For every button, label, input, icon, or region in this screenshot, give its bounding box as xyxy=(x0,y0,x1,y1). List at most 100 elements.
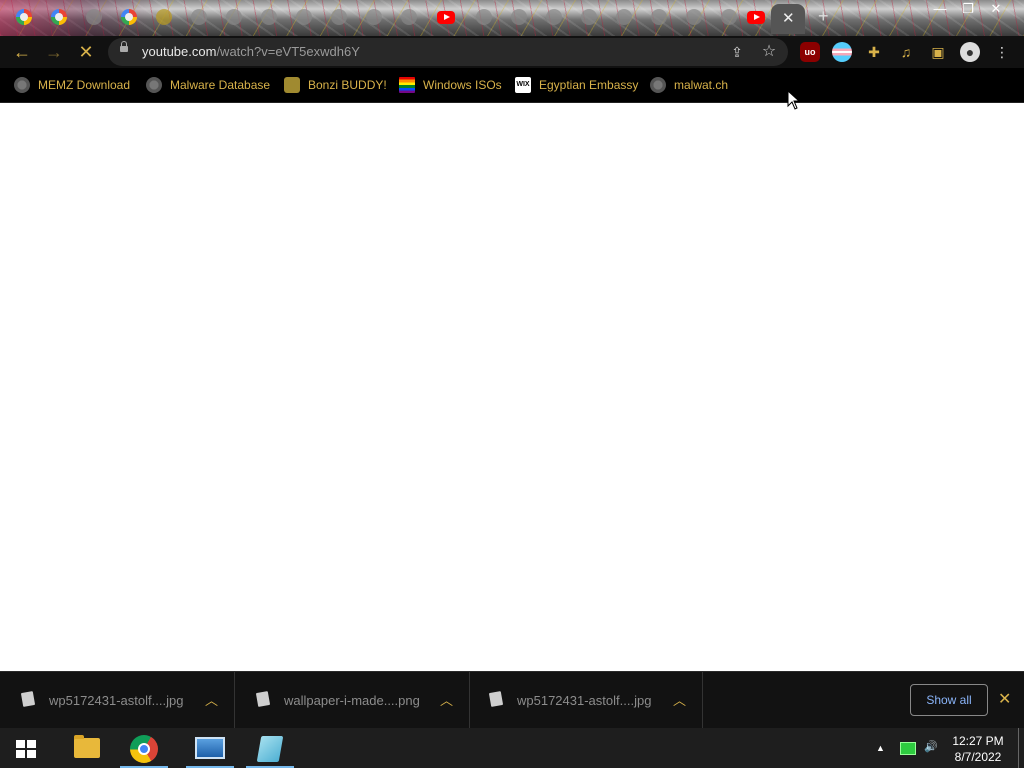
minimize-button[interactable]: — xyxy=(926,0,954,20)
bookmark-malwatch[interactable]: malwat.ch xyxy=(650,76,728,94)
mouse-cursor-icon xyxy=(787,90,801,110)
tab-favicon-icon[interactable] xyxy=(401,9,417,25)
tab-favicon-icon[interactable] xyxy=(86,9,102,25)
windows-logo-icon xyxy=(16,740,25,748)
address-bar[interactable]: youtube.com/watch?v=eVT5exwdh6Y ⇪ ☆ xyxy=(108,38,788,66)
folder-icon xyxy=(74,735,100,758)
image-file-icon xyxy=(488,691,504,707)
show-all-downloads-button[interactable]: Show all xyxy=(910,684,988,716)
taskbar-file-explorer[interactable] xyxy=(62,728,110,768)
browser-toolbar: ← → ✕ youtube.com/watch?v=eVT5exwdh6Y ⇪ … xyxy=(0,36,1024,68)
tab-favicon-icon[interactable] xyxy=(651,9,667,25)
start-button[interactable] xyxy=(16,740,36,758)
globe-icon xyxy=(650,77,666,93)
tray-expand-icon[interactable]: ▲ xyxy=(876,743,885,753)
bookmark-star-icon[interactable]: ☆ xyxy=(759,42,779,62)
tab-favicon-icon[interactable] xyxy=(191,9,207,25)
bookmark-bonzi-buddy[interactable]: Bonzi BUDDY! xyxy=(284,76,387,94)
tab-favicon-icon[interactable] xyxy=(156,9,172,25)
battery-icon[interactable] xyxy=(900,742,916,755)
bookmark-label: Bonzi BUDDY! xyxy=(308,78,387,92)
windows-logo-icon xyxy=(16,750,25,758)
windows-logo-icon xyxy=(27,750,36,758)
stop-loading-button[interactable]: ✕ xyxy=(76,42,96,62)
tab-favicon-icon[interactable] xyxy=(476,9,492,25)
ublock-origin-icon[interactable]: uo xyxy=(800,42,820,62)
tab-strip: ✕ + — ❐ ✕ xyxy=(0,0,1024,36)
windows-logo-icon xyxy=(27,740,36,748)
download-shelf: wp5172431-astolf....jpg ︿ wallpaper-i-ma… xyxy=(0,671,1024,729)
new-tab-button[interactable]: + xyxy=(818,6,829,27)
globe-icon xyxy=(146,77,162,93)
side-panel-icon[interactable]: ▣ xyxy=(928,42,948,62)
window-controls: — ❐ ✕ xyxy=(926,0,1010,20)
bookmark-memz-download[interactable]: MEMZ Download xyxy=(14,76,130,94)
more-menu-icon[interactable]: ⋮ xyxy=(992,42,1012,62)
google-favicon-icon[interactable] xyxy=(16,9,32,25)
volume-icon[interactable]: 🔊 xyxy=(924,740,938,753)
close-window-button[interactable]: ✕ xyxy=(982,0,1010,20)
tab-favicon-icon[interactable] xyxy=(616,9,632,25)
restore-button[interactable]: ❐ xyxy=(954,0,982,20)
windows-taskbar: ▲ 🔊 12:27 PM 8/7/2022 xyxy=(0,728,1024,768)
tab-favicon-icon[interactable] xyxy=(721,9,737,25)
chevron-up-icon[interactable]: ︿ xyxy=(673,690,686,709)
tab-favicon-icon[interactable] xyxy=(226,9,242,25)
taskbar-chrome[interactable] xyxy=(120,728,168,768)
download-item[interactable]: wp5172431-astolf....jpg ︿ xyxy=(468,672,703,729)
globe-icon xyxy=(14,77,30,93)
bookmark-label: Malware Database xyxy=(170,78,271,92)
url-host: youtube.com xyxy=(142,44,217,59)
tab-favicon-icon[interactable] xyxy=(546,9,562,25)
show-desktop-button[interactable] xyxy=(1018,728,1019,768)
bookmark-label: Egyptian Embassy xyxy=(539,78,639,92)
tab-favicon-icon[interactable] xyxy=(366,9,382,25)
url-text[interactable]: youtube.com/watch?v=eVT5exwdh6Y xyxy=(142,44,360,59)
url-path: /watch?v=eVT5exwdh6Y xyxy=(216,44,360,59)
download-item[interactable]: wallpaper-i-made....png ︿ xyxy=(235,672,470,729)
photos-icon xyxy=(195,737,225,759)
bookmark-label: malwat.ch xyxy=(674,78,729,92)
system-clock[interactable]: 12:27 PM 8/7/2022 xyxy=(946,733,1010,765)
tab-favicon-icon[interactable] xyxy=(686,9,702,25)
download-item[interactable]: wp5172431-astolf....jpg ︿ xyxy=(0,672,235,729)
bonzi-icon xyxy=(284,77,300,93)
youtube-favicon-icon[interactable] xyxy=(747,11,765,24)
lock-icon[interactable] xyxy=(120,41,128,52)
share-icon[interactable]: ⇪ xyxy=(727,42,747,62)
image-file-icon xyxy=(20,691,36,707)
notepad-icon xyxy=(256,736,284,762)
bookmark-malware-database[interactable]: Malware Database xyxy=(146,76,270,94)
page-content[interactable] xyxy=(0,103,1024,671)
tab-favicon-icon[interactable] xyxy=(261,9,277,25)
active-tab[interactable]: ✕ xyxy=(771,4,805,34)
wix-icon: WIX xyxy=(515,77,531,93)
taskbar-notepad[interactable] xyxy=(246,728,294,768)
forward-button[interactable]: → xyxy=(44,42,64,62)
bookmark-label: Windows ISOs xyxy=(423,78,502,92)
media-control-icon[interactable]: ♫ xyxy=(896,42,916,62)
chrome-icon xyxy=(130,735,158,763)
chevron-up-icon[interactable]: ︿ xyxy=(205,690,218,709)
flag-extension-icon[interactable] xyxy=(832,42,852,62)
bookmark-label: MEMZ Download xyxy=(38,78,131,92)
taskbar-photos[interactable] xyxy=(186,728,234,768)
close-tab-icon[interactable]: ✕ xyxy=(782,9,795,27)
tab-favicon-icon[interactable] xyxy=(581,9,597,25)
tab-favicon-icon[interactable] xyxy=(511,9,527,25)
close-download-shelf-icon[interactable]: ✕ xyxy=(998,689,1011,709)
bookmark-egyptian-embassy[interactable]: WIX Egyptian Embassy xyxy=(515,76,638,94)
extensions-puzzle-icon[interactable]: ✚ xyxy=(864,42,884,62)
bookmark-windows-isos[interactable]: Windows ISOs xyxy=(399,76,502,94)
tab-favicon-icon[interactable] xyxy=(331,9,347,25)
back-button[interactable]: ← xyxy=(12,42,32,62)
google-favicon-icon[interactable] xyxy=(51,9,67,25)
tab-favicon-icon[interactable] xyxy=(296,9,312,25)
profile-avatar-icon[interactable]: ● xyxy=(960,42,980,62)
youtube-favicon-icon[interactable] xyxy=(437,11,455,24)
clock-date: 8/7/2022 xyxy=(954,750,1002,764)
chevron-up-icon[interactable]: ︿ xyxy=(440,690,453,709)
download-filename: wallpaper-i-made....png xyxy=(284,693,420,708)
google-favicon-icon[interactable] xyxy=(121,9,137,25)
bookmarks-bar: MEMZ Download Malware Database Bonzi BUD… xyxy=(0,68,1024,103)
